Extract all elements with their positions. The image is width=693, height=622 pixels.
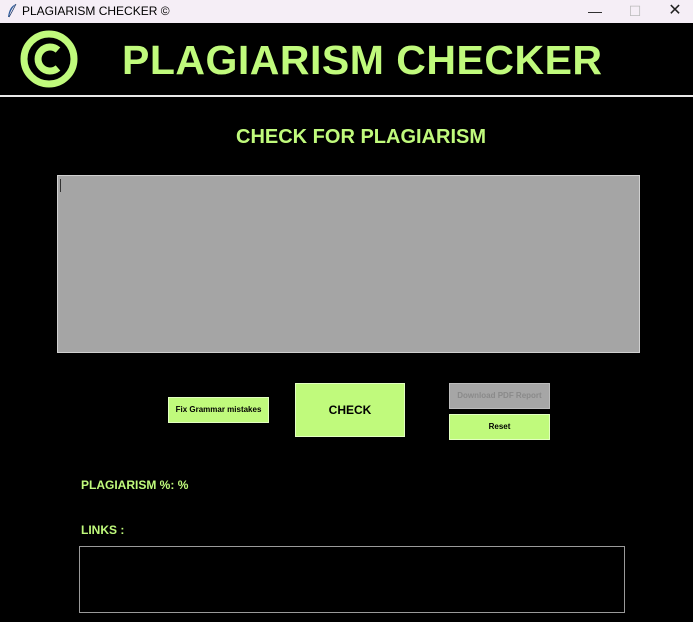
section-title: CHECK FOR PLAGIARISM: [236, 126, 486, 148]
close-button[interactable]: ✕: [655, 0, 693, 23]
plagiarism-result: PLAGIARISM %: %: [81, 478, 188, 492]
window-title: PLAGIARISM CHECKER ©: [22, 4, 170, 18]
links-output-box[interactable]: [79, 546, 625, 613]
fix-grammar-button[interactable]: Fix Grammar mistakes: [168, 397, 269, 423]
reset-button[interactable]: Reset: [449, 414, 550, 440]
plagiarism-value: %: [177, 478, 189, 492]
links-label: LINKS :: [81, 523, 125, 537]
header-divider: [0, 95, 693, 97]
plagiarism-label: PLAGIARISM %:: [81, 478, 175, 492]
text-caret: [60, 179, 61, 192]
app-header: PLAGIARISM CHECKER: [0, 23, 693, 95]
maximize-button[interactable]: ☐: [615, 0, 655, 23]
copyright-icon: [20, 30, 78, 88]
download-pdf-report-button[interactable]: Download PDF Report: [449, 383, 550, 409]
check-button[interactable]: CHECK: [295, 383, 405, 437]
text-input-area[interactable]: [57, 175, 640, 353]
window-titlebar: PLAGIARISM CHECKER © — ☐ ✕: [0, 0, 693, 23]
minimize-button[interactable]: —: [575, 0, 615, 23]
feather-icon: [8, 3, 17, 18]
app-title: PLAGIARISM CHECKER: [122, 37, 603, 83]
